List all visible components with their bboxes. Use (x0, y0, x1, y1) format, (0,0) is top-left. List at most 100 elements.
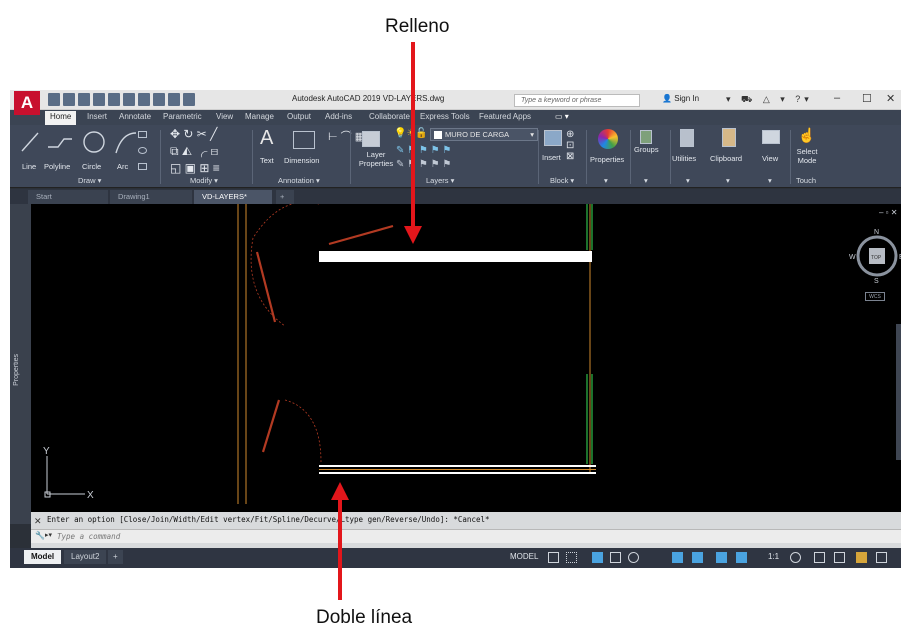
layer-properties-button[interactable]: Layer Properties (356, 150, 396, 168)
draw-panel-label[interactable]: Draw ▾ (78, 176, 101, 185)
touch-panel-label[interactable]: Touch (796, 176, 816, 185)
tab-home[interactable]: Home (45, 111, 77, 125)
tab-add-ins[interactable]: Add-ins (320, 111, 357, 122)
tab-model[interactable]: Model (24, 550, 62, 564)
text-icon[interactable]: A (260, 127, 273, 150)
calculator-icon[interactable] (680, 129, 694, 147)
block-panel-label[interactable]: Block ▾ (550, 176, 574, 185)
move-icon[interactable]: ✥ ↻ ✂ ╱ (170, 127, 217, 141)
groups-icon[interactable] (640, 130, 652, 144)
circle-button[interactable]: Circle (82, 162, 101, 171)
units-icon[interactable] (834, 552, 845, 563)
object-snap-icon[interactable] (692, 552, 703, 563)
color-wheel-icon[interactable] (598, 129, 618, 149)
tab-layout2[interactable]: Layout2 (64, 550, 107, 564)
osnap-tracking-icon[interactable] (672, 552, 683, 563)
cursor-icon[interactable]: ☝ (798, 127, 815, 144)
rectangle-icon[interactable] (138, 131, 147, 138)
tab-insert[interactable]: Insert (82, 111, 112, 122)
tab-parametric[interactable]: Parametric (158, 111, 207, 122)
layer-tools-icons[interactable]: ✎ ⚑ ⚑ ⚑ ⚑ (396, 145, 451, 156)
properties-button[interactable]: Properties (590, 155, 624, 164)
properties-palette-strip[interactable]: Properties (10, 204, 31, 524)
grid-icon[interactable] (548, 552, 559, 563)
tab-annotate[interactable]: Annotate (114, 111, 156, 122)
leader-icon[interactable]: ⊢ ⌒ ▦ (328, 128, 365, 144)
doc-tab-drawing1[interactable]: Drawing1 (110, 190, 192, 204)
snap-icon[interactable] (566, 552, 577, 563)
select-mode-button[interactable]: Select Mode (794, 147, 820, 165)
doc-tab-vd-layers[interactable]: VD-LAYERS* (194, 190, 272, 204)
lineweight-icon[interactable] (716, 552, 727, 563)
groups-panel-chevron[interactable]: ▾ (644, 176, 648, 185)
view-icon[interactable] (762, 130, 780, 144)
layer-state-icons[interactable]: 💡☀🔓 (394, 128, 428, 139)
new-file-icon[interactable] (48, 93, 60, 106)
tab-output[interactable]: Output (282, 111, 316, 122)
stretch-icon[interactable]: ◱ ▣ ⊞ ≡ (170, 161, 220, 175)
block-tools-icons[interactable]: ⊕ ⊡ ⊠ (566, 129, 574, 162)
view-panel-chevron[interactable]: ▾ (768, 176, 772, 185)
autocad-logo[interactable]: A (14, 91, 40, 115)
insert-block-icon[interactable] (544, 130, 562, 146)
undo-icon[interactable] (153, 93, 165, 106)
polyline-button[interactable]: Polyline (44, 162, 70, 171)
save-as-icon[interactable] (93, 93, 105, 106)
properties-panel-chevron[interactable]: ▾ (604, 176, 608, 185)
maximize-button[interactable]: ☐ (862, 92, 872, 105)
utilities-panel-chevron[interactable]: ▾ (686, 176, 690, 185)
close-icon[interactable]: ✕ (34, 516, 42, 527)
print-icon[interactable] (138, 93, 150, 106)
hatch-icon[interactable] (138, 163, 147, 170)
copy-icon[interactable]: ⧉ ◭ ╭ ⊟ (170, 144, 218, 159)
hardware-acceleration-icon[interactable] (856, 552, 867, 563)
doc-tab-start[interactable]: Start (28, 190, 108, 204)
wrench-icon[interactable]: 🔧 (35, 531, 45, 540)
new-tab-button[interactable]: + (276, 190, 294, 204)
layer-dropdown[interactable]: MURO DE CARGA ▾ (430, 128, 538, 141)
cloud-icon[interactable] (108, 93, 120, 106)
save-icon[interactable] (78, 93, 90, 106)
close-button[interactable]: ✕ (886, 92, 895, 105)
ellipse-icon[interactable] (138, 147, 147, 154)
plot-icon[interactable] (123, 93, 135, 106)
drawing-canvas[interactable]: Y X TOP N S W E WCS – ▫ ✕ (31, 204, 901, 512)
layers-panel-label[interactable]: Layers ▾ (426, 176, 454, 185)
clean-screen-icon[interactable] (876, 552, 887, 563)
ortho-icon[interactable] (592, 552, 603, 563)
annotation-scale[interactable]: 1:1 (768, 552, 779, 561)
model-space-button[interactable]: MODEL (510, 552, 538, 561)
polar-icon[interactable] (610, 552, 621, 563)
sign-in-button[interactable]: 👤 Sign In (662, 94, 699, 103)
isodraft-icon[interactable] (628, 552, 639, 563)
workspace-gear-icon[interactable] (790, 552, 801, 563)
arc-button[interactable]: Arc (117, 162, 128, 171)
command-input[interactable]: 🔧 ▸▾ Type a command (31, 529, 901, 543)
wcs-button[interactable]: WCS (865, 292, 885, 301)
dimension-icon[interactable] (293, 131, 315, 149)
groups-button[interactable]: Groups (634, 145, 659, 154)
insert-button[interactable]: Insert (542, 153, 561, 162)
share-icon[interactable] (183, 93, 195, 106)
modify-panel-label[interactable]: Modify ▾ (190, 176, 218, 185)
utilities-button[interactable]: Utilities (672, 154, 696, 163)
text-button[interactable]: Text (260, 156, 274, 165)
tab-featured-apps[interactable]: Featured Apps (474, 111, 536, 122)
transparency-icon[interactable] (736, 552, 747, 563)
redo-icon[interactable] (168, 93, 180, 106)
command-dropdown-icon[interactable]: ▸▾ (45, 531, 52, 539)
open-file-icon[interactable] (63, 93, 75, 106)
navigation-bar[interactable] (896, 324, 901, 460)
dimension-button[interactable]: Dimension (284, 156, 319, 165)
minimize-button[interactable]: – (834, 92, 840, 104)
annotation-panel-label[interactable]: Annotation ▾ (278, 176, 320, 185)
clipboard-button[interactable]: Clipboard (710, 154, 742, 163)
ribbon-options-icon[interactable]: ▭ ▾ (550, 111, 574, 122)
layer-properties-icon[interactable] (362, 131, 380, 147)
search-input[interactable]: Type a keyword or phrase (514, 94, 640, 107)
annotation-monitor-icon[interactable] (814, 552, 825, 563)
view-button[interactable]: View (762, 154, 778, 163)
tab-express-tools[interactable]: Express Tools (415, 111, 475, 122)
tab-manage[interactable]: Manage (240, 111, 279, 122)
add-layout-button[interactable]: + (108, 550, 123, 564)
